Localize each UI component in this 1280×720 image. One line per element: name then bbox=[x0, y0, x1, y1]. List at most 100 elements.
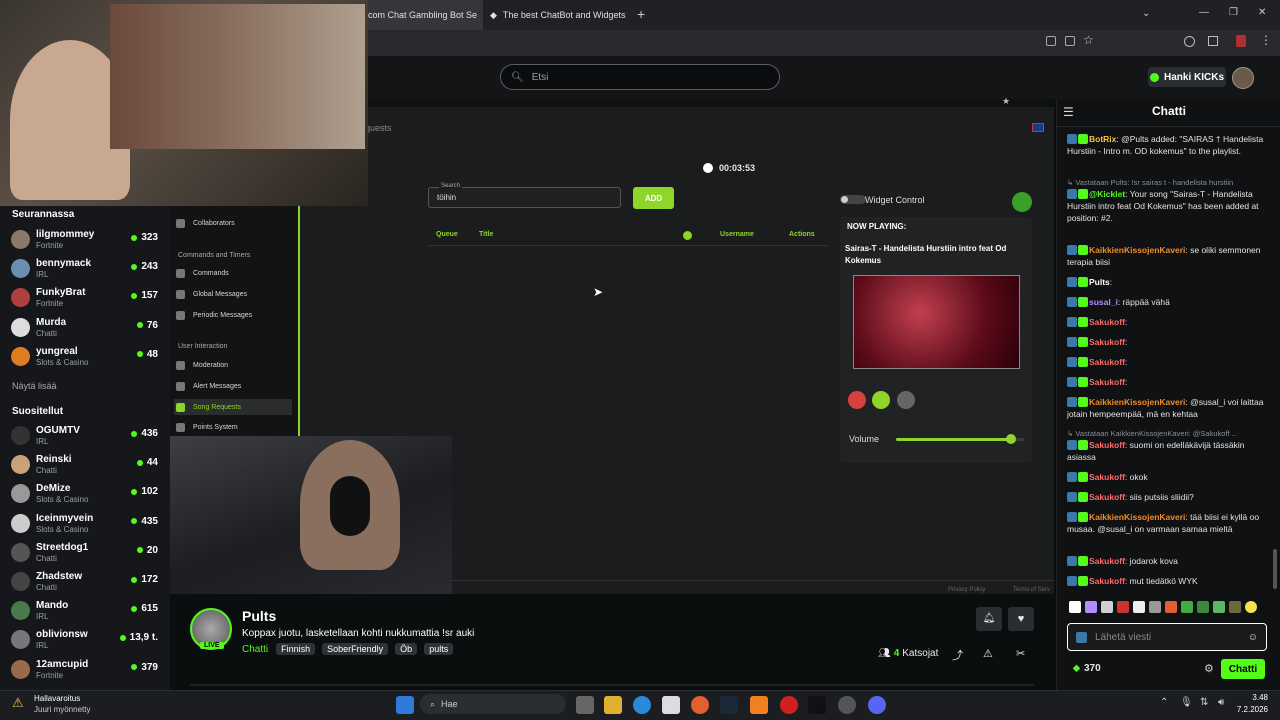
menu-points-system[interactable]: Points System bbox=[176, 419, 238, 435]
col-actions[interactable]: Actions bbox=[789, 231, 815, 238]
volume-icon[interactable]: 🔊︎ bbox=[1218, 697, 1224, 708]
tab-search-icon[interactable]: ⌄ bbox=[1142, 8, 1150, 19]
notifications-bell-button[interactable]: 🔔︎ bbox=[976, 607, 1002, 631]
chat-username[interactable]: Sakukoff bbox=[1089, 337, 1125, 347]
follow-heart-button[interactable]: ♥ bbox=[1008, 607, 1034, 631]
sidebar-channel[interactable]: FunkyBrat Fortnite 157 bbox=[0, 284, 170, 312]
chat-username[interactable]: Sakukoff bbox=[1089, 317, 1125, 327]
chat-scrollbar[interactable] bbox=[1273, 549, 1277, 589]
windows-start-icon[interactable] bbox=[396, 696, 414, 714]
send-chat-button[interactable]: Chatti bbox=[1221, 659, 1265, 679]
browser-tab-1[interactable]: com Chat Gambling Bot Se bbox=[368, 0, 483, 30]
network-icon[interactable]: ⇅ bbox=[1200, 697, 1208, 708]
terms-link[interactable]: Terms of Serv bbox=[1013, 587, 1050, 593]
task-view-icon[interactable] bbox=[576, 696, 594, 714]
extensions-icon[interactable] bbox=[1208, 36, 1218, 46]
tag[interactable]: SoberFriendly bbox=[322, 643, 389, 655]
extension-badge-icon[interactable] bbox=[1236, 35, 1246, 47]
chat-username[interactable]: Sakukoff bbox=[1089, 472, 1125, 482]
clock-time[interactable]: 3.48 bbox=[1236, 693, 1268, 702]
emote-icon[interactable] bbox=[1133, 601, 1145, 613]
store-icon[interactable] bbox=[662, 696, 680, 714]
chat-username[interactable]: Pults bbox=[1089, 277, 1110, 287]
emote-icon[interactable] bbox=[1149, 601, 1161, 613]
song-search-field[interactable]: Search töihin bbox=[428, 183, 621, 208]
firefox-icon[interactable] bbox=[691, 696, 709, 714]
emote-icon[interactable] bbox=[1245, 601, 1257, 613]
terminal-icon[interactable] bbox=[808, 696, 826, 714]
profile-icon[interactable] bbox=[1184, 36, 1195, 47]
chat-username[interactable]: Sakukoff bbox=[1089, 492, 1125, 502]
steam-icon[interactable] bbox=[720, 696, 738, 714]
chat-username[interactable]: Sakukoff bbox=[1089, 440, 1125, 450]
vlc-icon[interactable] bbox=[750, 696, 768, 714]
tag[interactable]: Öb bbox=[395, 643, 418, 655]
privacy-link[interactable]: Privacy Policy bbox=[948, 587, 985, 593]
emote-icon[interactable] bbox=[1229, 601, 1241, 613]
chat-username[interactable]: Sakukoff bbox=[1089, 357, 1125, 367]
chat-settings-icon[interactable]: ⚙ bbox=[1204, 662, 1214, 675]
clip-icon[interactable]: ✂ bbox=[1016, 647, 1025, 660]
chat-username[interactable]: BotRix bbox=[1089, 134, 1116, 144]
install-app-icon[interactable] bbox=[1046, 36, 1056, 46]
bookmark-star-icon[interactable]: ☆ bbox=[1083, 33, 1094, 47]
tag[interactable]: pults bbox=[424, 643, 454, 655]
emote-icon[interactable] bbox=[1181, 601, 1193, 613]
menu-global-messages[interactable]: Global Messages bbox=[176, 286, 247, 302]
sidebar-channel[interactable]: Mando IRL 615 bbox=[0, 597, 170, 625]
menu-periodic-messages[interactable]: Periodic Messages bbox=[176, 307, 252, 323]
chat-username[interactable]: KaikkienKissojenKaveri bbox=[1089, 512, 1185, 522]
record-button[interactable] bbox=[848, 391, 866, 409]
get-kicks-button[interactable]: Hanki KICKs bbox=[1148, 67, 1226, 87]
chat-username[interactable]: susal_i bbox=[1089, 297, 1118, 307]
file-explorer-icon[interactable] bbox=[604, 696, 622, 714]
uk-flag-icon[interactable] bbox=[1032, 123, 1044, 132]
sidebar-channel[interactable]: lilgmommey Fortnite 323 bbox=[0, 226, 170, 254]
user-avatar[interactable] bbox=[1232, 67, 1254, 89]
microphone-icon[interactable]: 🎙︎ bbox=[1180, 697, 1193, 708]
edge-icon[interactable] bbox=[633, 696, 651, 714]
emoji-picker-icon[interactable]: ☺ bbox=[1248, 632, 1258, 643]
tag[interactable]: Finnish bbox=[276, 643, 316, 655]
new-tab-button[interactable]: + bbox=[637, 6, 645, 22]
col-queue[interactable]: Queue bbox=[436, 231, 458, 238]
menu-moderation[interactable]: Moderation bbox=[176, 357, 228, 373]
sidebar-channel[interactable]: DeMize Slots & Casino 102 bbox=[0, 480, 170, 508]
emote-icon[interactable] bbox=[1101, 601, 1113, 613]
chat-username[interactable]: KaikkienKissojenKaveri bbox=[1089, 245, 1185, 255]
sidebar-channel[interactable]: Reinski Chatti 44 bbox=[0, 451, 170, 479]
chatgpt-icon[interactable] bbox=[838, 696, 856, 714]
play-button[interactable] bbox=[872, 391, 890, 409]
col-title[interactable]: Title bbox=[479, 231, 493, 238]
chat-username[interactable]: KaikkienKissojenKaveri bbox=[1089, 397, 1185, 407]
report-icon[interactable]: ⚠ bbox=[983, 647, 993, 660]
chat-username[interactable]: Sakukoff bbox=[1089, 377, 1125, 387]
emote-icon[interactable] bbox=[1069, 601, 1081, 613]
emote-icon[interactable] bbox=[1165, 601, 1177, 613]
sidebar-channel[interactable]: OGUMTV IRL 436 bbox=[0, 422, 170, 450]
chat-username[interactable]: Sakukoff bbox=[1089, 576, 1125, 586]
tray-overflow-icon[interactable]: ⌃ bbox=[1160, 697, 1168, 708]
sidebar-channel[interactable]: Streetdog1 Chatti 20 bbox=[0, 539, 170, 567]
close-window-icon[interactable]: ✕ bbox=[1258, 7, 1266, 18]
maximize-icon[interactable]: ❐ bbox=[1229, 7, 1238, 18]
minimize-icon[interactable]: — bbox=[1199, 7, 1209, 18]
menu-song-requests[interactable]: Song Requests bbox=[174, 399, 292, 415]
sidebar-channel[interactable]: yungreal Slots & Casino 48 bbox=[0, 343, 170, 371]
menu-alert-messages[interactable]: Alert Messages bbox=[176, 378, 241, 394]
screenshot-icon[interactable] bbox=[1065, 36, 1075, 46]
show-more-link[interactable]: Näytä lisää bbox=[12, 381, 57, 391]
sidebar-channel[interactable]: Zhadstew Chatti 172 bbox=[0, 568, 170, 596]
widget-control-toggle[interactable] bbox=[840, 195, 866, 204]
sidebar-channel[interactable]: oblivionsw IRL 13,9 t. bbox=[0, 626, 170, 654]
volume-slider[interactable] bbox=[896, 434, 1024, 444]
sidebar-channel[interactable]: 12amcupid Fortnite 379 bbox=[0, 656, 170, 684]
menu-collaborators[interactable]: Collaborators bbox=[176, 215, 235, 231]
clock-date[interactable]: 7.2.2026 bbox=[1228, 705, 1268, 714]
discord-icon[interactable] bbox=[868, 696, 886, 714]
power-button[interactable] bbox=[1012, 192, 1032, 212]
channel-name[interactable]: Pults bbox=[242, 608, 276, 624]
emote-icon[interactable] bbox=[1213, 601, 1225, 613]
emote-icon[interactable] bbox=[1085, 601, 1097, 613]
emote-icon[interactable] bbox=[1197, 601, 1209, 613]
